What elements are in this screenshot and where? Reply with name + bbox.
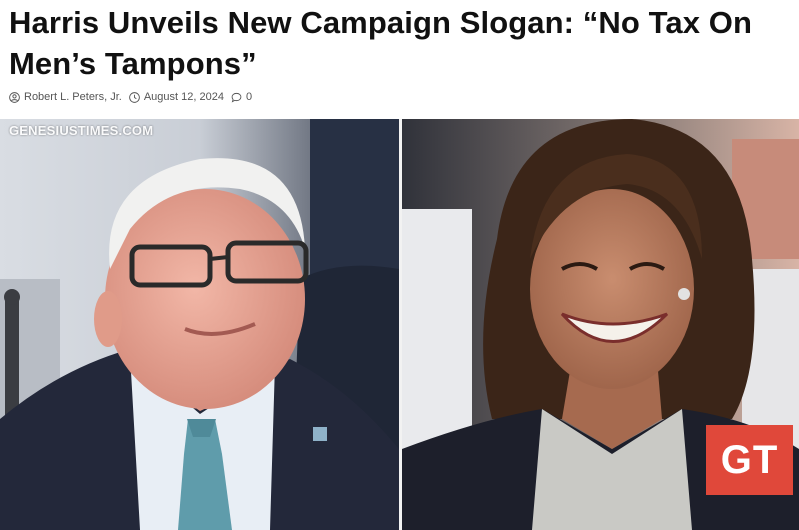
comments-meta[interactable]: 0	[231, 91, 252, 103]
comment-count: 0	[245, 91, 253, 103]
site-watermark: GENESIUSTIMES.COM	[9, 123, 154, 138]
author-meta[interactable]: Robert L. Peters, Jr.	[9, 91, 122, 103]
left-photo: GENESIUSTIMES.COM	[0, 119, 399, 530]
date-meta: August 12, 2024	[129, 91, 224, 103]
clock-icon	[129, 91, 140, 103]
article-meta: Robert L. Peters, Jr. August 12, 2024 0	[9, 89, 259, 105]
article-headline: Harris Unveils New Campaign Slogan: “No …	[9, 5, 753, 81]
author-name: Robert L. Peters, Jr.	[24, 91, 122, 103]
comment-bubble-icon	[231, 92, 242, 102]
gt-logo-badge: GT	[706, 425, 793, 495]
publish-date: August 12, 2024	[143, 91, 224, 103]
user-circle-icon	[9, 91, 20, 103]
hero-image: GENESIUSTIMES.COM GT	[0, 119, 799, 530]
